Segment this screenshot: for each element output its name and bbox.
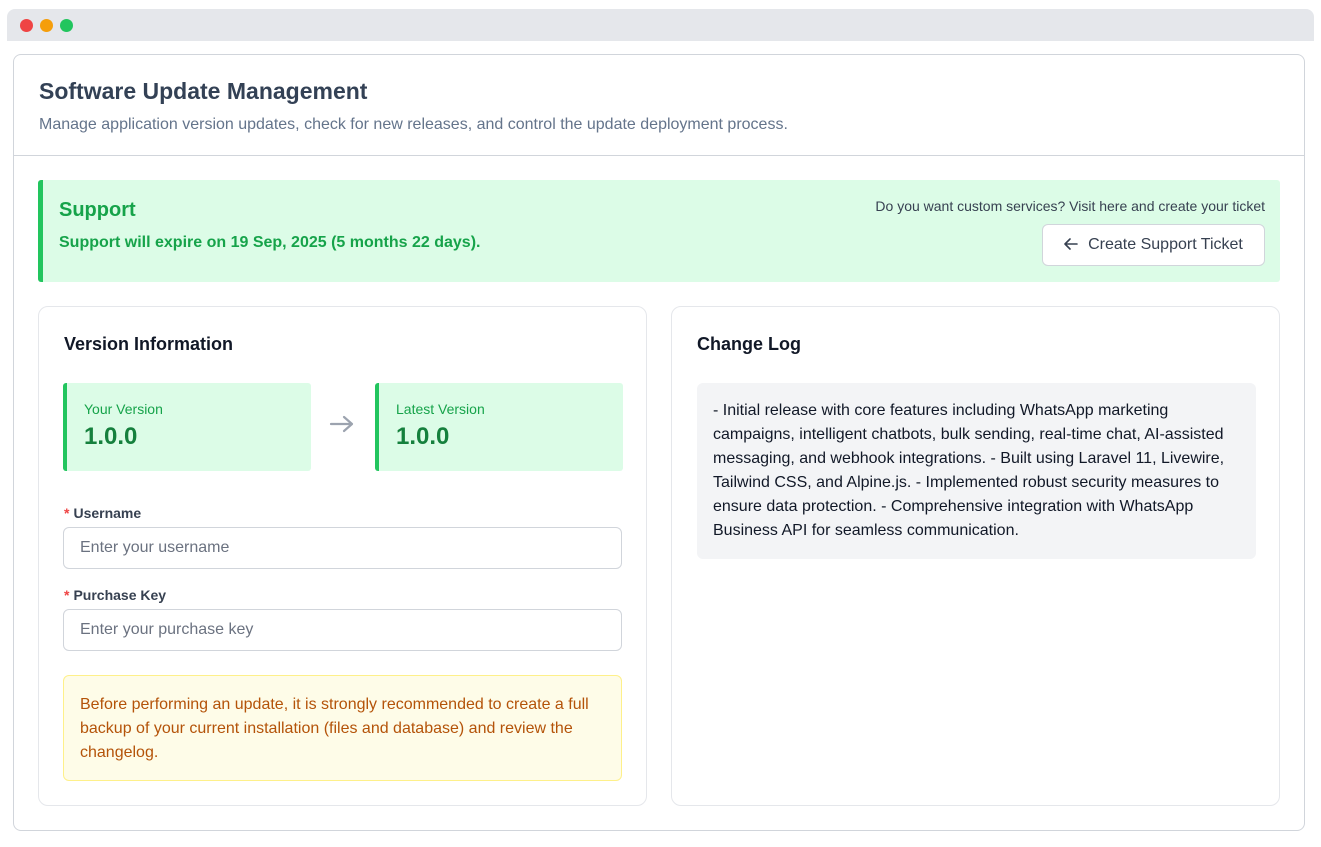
change-log-title: Change Log: [697, 334, 801, 354]
change-log-card: Change Log - Initial release with core f…: [671, 306, 1280, 806]
username-label-text: Username: [73, 505, 142, 521]
support-banner: Support Support will expire on 19 Sep, 2…: [38, 180, 1280, 282]
latest-version-value: 1.0.0: [396, 423, 450, 450]
arrow-right-icon: [329, 409, 355, 441]
minimize-window-dot[interactable]: [40, 19, 53, 32]
your-version-label: Your Version: [84, 401, 163, 417]
backup-warning: Before performing an update, it is stron…: [63, 675, 622, 781]
page-subtitle: Manage application version updates, chec…: [39, 116, 788, 133]
window-titlebar: [7, 9, 1314, 41]
your-version-box: Your Version 1.0.0: [63, 383, 311, 471]
purchase-key-label-text: Purchase Key: [73, 587, 167, 603]
support-title: Support: [59, 199, 136, 221]
create-support-ticket-button[interactable]: Create Support Ticket: [1042, 224, 1265, 266]
close-window-dot[interactable]: [20, 19, 33, 32]
purchase-key-label: * Purchase Key: [64, 587, 166, 603]
required-mark: *: [64, 505, 70, 521]
create-support-ticket-label: Create Support Ticket: [1088, 236, 1243, 253]
page-title: Software Update Management: [39, 78, 368, 104]
change-log-content: - Initial release with core features inc…: [697, 383, 1256, 559]
username-input[interactable]: [63, 527, 622, 569]
your-version-value: 1.0.0: [84, 423, 138, 450]
latest-version-label: Latest Version: [396, 401, 485, 417]
support-expiry-text: Support will expire on 19 Sep, 2025 (5 m…: [59, 234, 481, 251]
required-mark: *: [64, 587, 70, 603]
main-window: Software Update Management Manage applic…: [13, 54, 1305, 831]
latest-version-box: Latest Version 1.0.0: [375, 383, 623, 471]
maximize-window-dot[interactable]: [60, 19, 73, 32]
support-question: Do you want custom services? Visit here …: [875, 198, 1265, 214]
username-label: * Username: [64, 505, 141, 521]
version-information-title: Version Information: [64, 334, 234, 354]
page-header: Software Update Management Manage applic…: [14, 55, 1304, 156]
version-information-card: Version Information Your Version 1.0.0 L…: [38, 306, 647, 806]
purchase-key-input[interactable]: [63, 609, 622, 651]
arrow-left-icon: [1064, 237, 1078, 254]
